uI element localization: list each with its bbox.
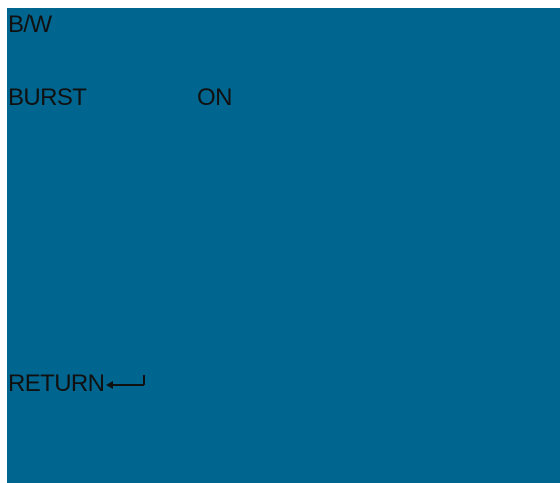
menu-title: B/W xyxy=(8,11,52,38)
burst-label[interactable]: BURST xyxy=(8,84,87,112)
return-button[interactable]: RETURN xyxy=(8,369,146,398)
enter-arrow-icon xyxy=(105,369,146,397)
osd-menu-screen: B/W BURST ON RETURN xyxy=(7,8,560,483)
burst-value[interactable]: ON xyxy=(197,84,232,112)
return-label: RETURN xyxy=(8,370,105,397)
